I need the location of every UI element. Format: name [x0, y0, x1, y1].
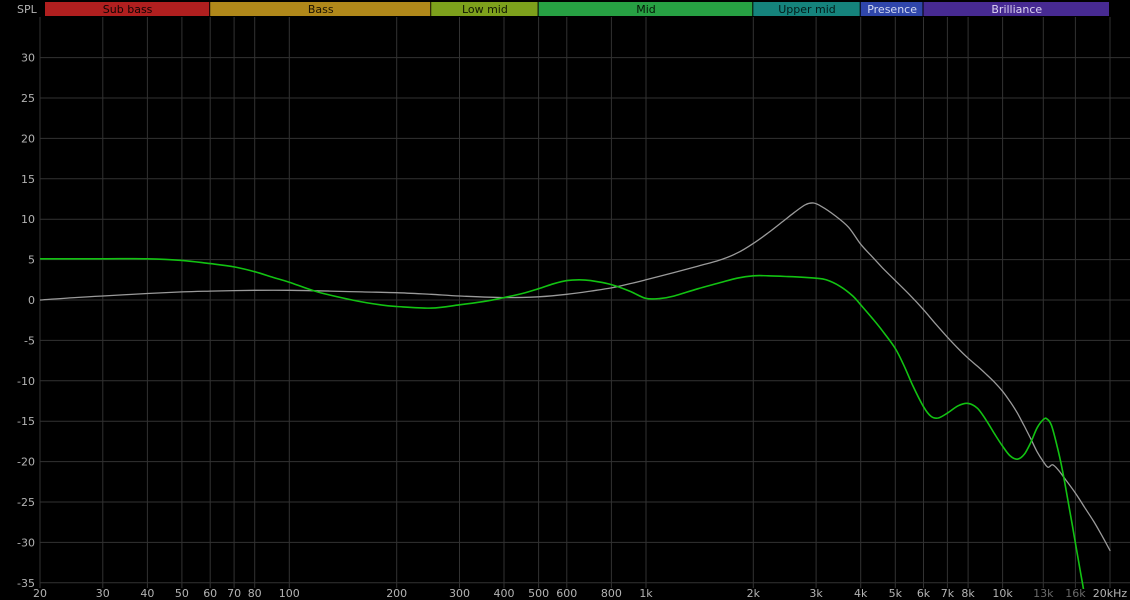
x-tick-label: 70	[227, 587, 241, 600]
x-tick-label: 30	[96, 587, 110, 600]
y-tick-label: 30	[21, 52, 35, 65]
x-tick-label: 200	[386, 587, 407, 600]
y-tick-label: 10	[21, 213, 35, 226]
y-tick-label: -5	[24, 334, 35, 347]
x-tick-label: 300	[449, 587, 470, 600]
x-tick-label: 6k	[917, 587, 931, 600]
x-axis-labels: 20 30 40 50 60 70 80 100 200 300 400 500 600 800 1k 2k 3…	[33, 587, 1127, 600]
x-tick-label: 4k	[854, 587, 868, 600]
band-label-sub-bass: Sub bass	[103, 3, 153, 16]
x-tick-label: 600	[556, 587, 577, 600]
curve-eq-response	[40, 259, 1087, 600]
y-tick-label: 5	[28, 254, 35, 267]
y-tick-label: 20	[21, 132, 35, 145]
y-tick-label: -10	[17, 375, 35, 388]
x-tick-label: 7k	[941, 587, 955, 600]
x-tick-label: 40	[140, 587, 154, 600]
band-label-presence: Presence	[867, 3, 917, 16]
x-tick-label: 100	[279, 587, 300, 600]
x-tick-label: 400	[494, 587, 515, 600]
x-tick-label: 50	[175, 587, 189, 600]
x-tick-label: 1k	[639, 587, 653, 600]
spl-axis-label: SPL	[17, 3, 38, 16]
y-tick-label: 25	[21, 92, 35, 105]
y-tick-label: -25	[17, 496, 35, 509]
y-tick-label: 0	[28, 294, 35, 307]
band-label-upper-mid: Upper mid	[778, 3, 836, 16]
curves	[40, 203, 1110, 600]
grid-lines	[40, 17, 1130, 588]
x-tick-label: 5k	[889, 587, 903, 600]
x-tick-label: 80	[248, 587, 262, 600]
y-tick-label: -20	[17, 456, 35, 469]
band-label-mid: Mid	[636, 3, 656, 16]
x-tick-label: 60	[203, 587, 217, 600]
band-label-low-mid: Low mid	[462, 3, 508, 16]
y-tick-label: -30	[17, 536, 35, 549]
x-tick-label: 500	[528, 587, 549, 600]
x-tick-label: 8k	[961, 587, 975, 600]
x-tick-label: 2k	[747, 587, 761, 600]
frequency-response-panel: Sub bass Bass Low mid Mid Upper mid Presence B…	[0, 0, 1130, 600]
frequency-response-chart: Sub bass Bass Low mid Mid Upper mid Presence B…	[0, 0, 1130, 600]
y-tick-label: -15	[17, 415, 35, 428]
curve-reference-response	[40, 203, 1110, 551]
y-tick-label: 15	[21, 173, 35, 186]
x-tick-label: 20kHz	[1093, 587, 1128, 600]
x-tick-label: 10k	[992, 587, 1013, 600]
y-axis-labels: 302520151050-5-10-15-20-25-30-35	[17, 52, 35, 590]
x-tick-label: 3k	[809, 587, 823, 600]
band-label-bass: Bass	[308, 3, 334, 16]
band-label-brilliance: Brilliance	[991, 3, 1042, 16]
frequency-bands-bar: Sub bass Bass Low mid Mid Upper mid Presence B…	[45, 2, 1109, 16]
x-tick-label: 800	[601, 587, 622, 600]
x-tick-label: 20	[33, 587, 47, 600]
x-tick-label: 13k	[1033, 587, 1054, 600]
